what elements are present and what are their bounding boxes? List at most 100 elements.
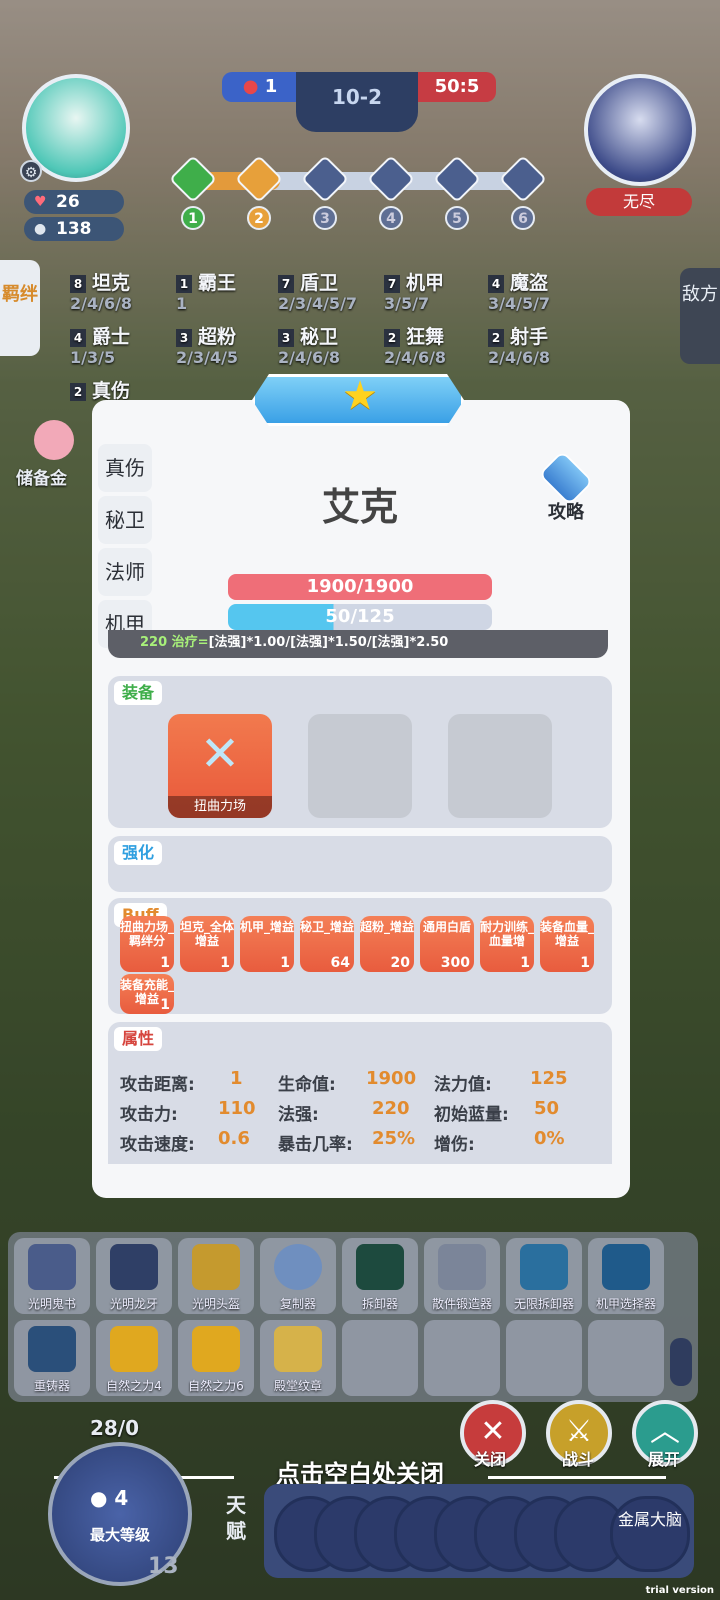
synergy-tiers: 1 xyxy=(176,294,188,313)
synergy-tiers: 3/5/7 xyxy=(384,294,430,313)
heart-icon: ♥ xyxy=(34,194,47,210)
buff-item[interactable]: 坦克_全体增益 1 xyxy=(180,916,234,972)
inventory-slot[interactable]: 拆卸器 xyxy=(342,1238,418,1314)
swords-icon: ⚔ xyxy=(565,1414,593,1449)
synergy-item[interactable]: 8 坦克 xyxy=(70,268,130,295)
inventory-slot[interactable]: 散件锻造器 xyxy=(424,1238,500,1314)
inventory-slot[interactable]: 自然之力4 xyxy=(96,1320,172,1396)
inventory-slot-empty[interactable] xyxy=(342,1320,418,1396)
orb-icon xyxy=(274,1244,322,1290)
gold-badge: ● 138 xyxy=(24,217,124,241)
level-button[interactable]: ● 4 最大等级 13 xyxy=(48,1442,192,1586)
close-icon: ✕ xyxy=(480,1414,506,1449)
attr-value: 50 xyxy=(534,1098,560,1119)
inventory-slot[interactable]: 机甲选择器 xyxy=(588,1238,664,1314)
talent-card[interactable]: 金属大脑 xyxy=(610,1496,690,1572)
tab-true-damage[interactable]: 真伤 xyxy=(98,444,152,492)
attr-value: 1 xyxy=(230,1068,243,1089)
inventory-slot[interactable]: 重铸器 xyxy=(14,1320,90,1396)
endless-label: 无尽 xyxy=(586,188,692,216)
attr-value: 0% xyxy=(534,1128,565,1149)
attr-value: 110 xyxy=(218,1098,256,1119)
synergy-tiers: 1/3/5 xyxy=(70,348,116,367)
buff-item[interactable]: 秘卫_增益 64 xyxy=(300,916,354,972)
attr-label: 暴击几率: xyxy=(278,1135,353,1155)
attr-label: 法力值: xyxy=(434,1075,492,1095)
synergy-item[interactable]: 4 爵士 xyxy=(70,322,130,349)
wrench-icon xyxy=(356,1244,404,1290)
settings-gear-icon[interactable]: ⚙ xyxy=(20,160,42,182)
synergy-tiers: 3/4/5/7 xyxy=(488,294,551,313)
inventory-slot[interactable]: 殿堂纹章 xyxy=(260,1320,336,1396)
synergy-tiers: 2/4/6/8 xyxy=(278,348,341,367)
attr-label: 增伤: xyxy=(434,1135,475,1155)
tab-secret-guard[interactable]: 秘卫 xyxy=(98,496,152,544)
heal-formula: 220 治疗=[法强]*1.00/[法强]*1.50/[法强]*2.50 xyxy=(108,630,608,658)
chevron-up-icon: ︿ xyxy=(650,1414,680,1449)
inventory-slot[interactable]: 复制器 xyxy=(260,1238,336,1314)
inventory-slot-empty[interactable] xyxy=(588,1320,664,1396)
attr-label: 初始蓝量: xyxy=(434,1105,509,1125)
unit-name: 艾克 xyxy=(321,485,398,529)
synergy-item[interactable]: 4 魔盗 xyxy=(488,268,548,295)
attr-value: 125 xyxy=(530,1068,568,1089)
enhance-section xyxy=(108,836,612,892)
coin-icon: ● xyxy=(34,221,47,237)
buff-item[interactable]: 通用白盾 300 xyxy=(420,916,474,972)
equipment-slot-empty[interactable] xyxy=(448,714,552,818)
buff-item[interactable]: 装备充能_增益 1 xyxy=(120,974,174,1014)
hp-bar: 1900/1900 xyxy=(228,574,492,600)
piggy-bank-icon[interactable] xyxy=(34,420,74,460)
inventory-slot[interactable]: 光明鬼书 xyxy=(14,1238,90,1314)
guide-button[interactable]: 攻略 xyxy=(536,450,596,524)
buff-item[interactable]: 扭曲力场_羁绊分 1 xyxy=(120,916,174,972)
enemy-avatar[interactable] xyxy=(584,74,696,186)
synergy-item[interactable]: 2 射手 xyxy=(488,322,548,349)
synergy-item[interactable]: 3 超粉 xyxy=(176,322,236,349)
attr-value: 25% xyxy=(372,1128,416,1149)
inventory-slot-empty[interactable] xyxy=(424,1320,500,1396)
stage-label: 5 xyxy=(445,206,469,230)
armor-icon xyxy=(110,1244,158,1290)
inventory-slot[interactable]: 自然之力6 xyxy=(178,1320,254,1396)
right-score: 50:5 xyxy=(418,72,496,102)
enemy-tab[interactable]: 敌方 xyxy=(680,268,720,364)
flame-icon: ● xyxy=(242,76,259,97)
synergy-item[interactable]: 3 秘卫 xyxy=(278,322,338,349)
buff-item[interactable]: 装备血量_增益 1 xyxy=(540,916,594,972)
attr-label: 攻击距离: xyxy=(120,1075,195,1095)
synergy-item[interactable]: 2 狂舞 xyxy=(384,322,444,349)
mech-icon xyxy=(602,1244,650,1290)
helmet-icon xyxy=(192,1244,240,1290)
buff-item[interactable]: 耐力训练_血量增 1 xyxy=(480,916,534,972)
attr-label: 法强: xyxy=(278,1105,319,1125)
tab-mage[interactable]: 法师 xyxy=(98,548,152,596)
synergy-item[interactable]: 1 霸王 xyxy=(176,268,236,295)
round-indicator: 10-2 xyxy=(296,72,418,132)
stage-label: 6 xyxy=(511,206,535,230)
stage-label: 2 xyxy=(247,206,271,230)
buff-item[interactable]: 超粉_增益 20 xyxy=(360,916,414,972)
coin-icon: ● xyxy=(90,1486,108,1510)
synergy-tiers: 2/4/6/8 xyxy=(488,348,551,367)
synergy-item[interactable]: 7 机甲 xyxy=(384,268,444,295)
crossbow-icon: ✕ xyxy=(199,726,241,782)
inventory-slot[interactable]: 光明头盔 xyxy=(178,1238,254,1314)
hp-badge: ♥ 26 xyxy=(24,190,124,214)
inventory-slot-empty[interactable] xyxy=(506,1320,582,1396)
savings-label: 储备金 xyxy=(16,469,67,489)
equipment-slot[interactable]: ✕ 扭曲力场 xyxy=(168,714,272,818)
attr-value: 1900 xyxy=(366,1068,417,1089)
inventory-slot[interactable]: 光明龙牙 xyxy=(96,1238,172,1314)
mana-bar: 50/125 xyxy=(228,604,492,630)
tools-icon xyxy=(520,1244,568,1290)
reforge-icon xyxy=(28,1326,76,1372)
inventory-slot[interactable]: 无限拆卸器 xyxy=(506,1238,582,1314)
buff-item[interactable]: 机甲_增益 1 xyxy=(240,916,294,972)
synergy-tab[interactable]: 羁绊 xyxy=(0,260,40,356)
synergy-item[interactable]: 7 盾卫 xyxy=(278,268,338,295)
crown-icon xyxy=(192,1326,240,1372)
synergy-item[interactable]: 2 真伤 xyxy=(70,376,130,403)
equipment-slot-empty[interactable] xyxy=(308,714,412,818)
inventory-scrollbar[interactable] xyxy=(670,1338,692,1386)
